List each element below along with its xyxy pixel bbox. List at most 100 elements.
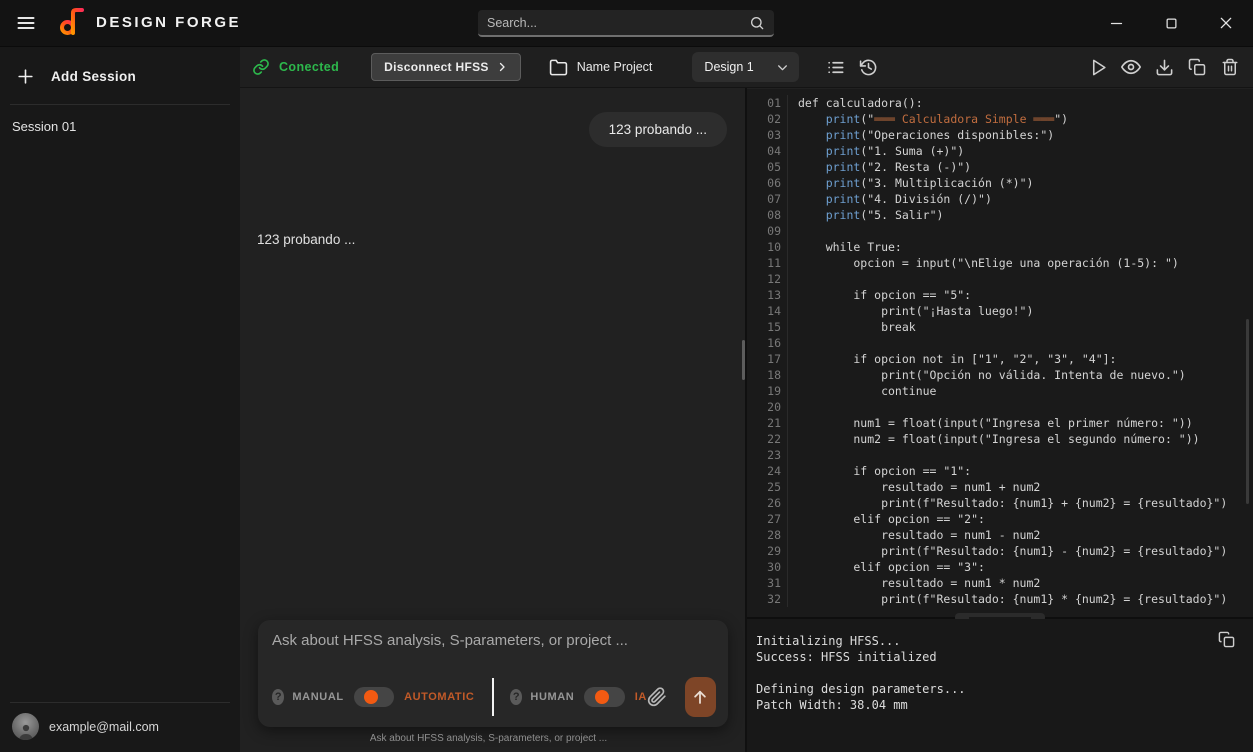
ia-label: IA — [635, 691, 647, 703]
automatic-label: AUTOMATIC — [404, 691, 474, 703]
editor-scrollbar[interactable] — [1246, 319, 1249, 504]
user-message-bubble: 123 probando ... — [589, 112, 727, 147]
list-view-icon[interactable] — [825, 57, 845, 77]
code-line: 11 opcion = input("\nElige una operación… — [755, 255, 1253, 271]
code-line: 04 print("1. Suma (+)") — [755, 143, 1253, 159]
human-ia-toggle[interactable] — [584, 687, 624, 707]
logo-icon — [58, 7, 86, 37]
toggle-knob — [595, 690, 609, 704]
window-controls — [1101, 8, 1241, 38]
console-line — [756, 665, 1253, 681]
sidebar: Add Session Session 01 example@mail.com — [0, 47, 240, 752]
console-output: Initializing HFSS...Success: HFSS initia… — [756, 633, 1253, 713]
code-line: 02 print("═══ Calculadora Simple ═══") — [755, 111, 1253, 127]
code-line: 28 resultado = num1 - num2 — [755, 527, 1253, 543]
project-name-control[interactable]: Name Project — [549, 58, 653, 77]
design-selector[interactable]: Design 1 — [692, 52, 799, 82]
search-bar[interactable] — [478, 10, 774, 37]
console-copy-icon[interactable] — [1218, 631, 1235, 648]
chevron-down-icon — [776, 61, 789, 74]
user-account[interactable]: example@mail.com — [0, 703, 240, 752]
delete-icon[interactable] — [1220, 57, 1240, 77]
assistant-message: 123 probando ... — [257, 232, 355, 247]
code-line: 17 if opcion not in ["1", "2", "3", "4"]… — [755, 351, 1253, 367]
console-line: Initializing HFSS... — [756, 633, 1253, 649]
code-line: 03 print("Operaciones disponibles:") — [755, 127, 1253, 143]
toggle-group-divider — [492, 678, 494, 716]
code-line: 25 resultado = num1 + num2 — [755, 479, 1253, 495]
design-selector-value: Design 1 — [704, 60, 753, 74]
composer-hint: Ask about HFSS analysis, S-parameters, o… — [240, 733, 737, 744]
code-line: 06 print("3. Multiplicación (*)") — [755, 175, 1253, 191]
code-line: 21 num1 = float(input("Ingresa el primer… — [755, 415, 1253, 431]
composer-controls: ? MANUAL AUTOMATIC ? HUMAN IA — [272, 677, 716, 717]
code-line: 15 break — [755, 319, 1253, 335]
manual-help-icon[interactable]: ? — [272, 689, 284, 705]
code-line: 31 resultado = num1 * num2 — [755, 575, 1253, 591]
code-line: 19 continue — [755, 383, 1253, 399]
app-logo: DESIGN FORGE — [58, 7, 241, 37]
code-line: 05 print("2. Resta (-)") — [755, 159, 1253, 175]
preview-eye-icon[interactable] — [1121, 57, 1141, 77]
history-icon[interactable] — [858, 57, 878, 77]
code-line: 13 if opcion == "5": — [755, 287, 1253, 303]
add-session-button[interactable]: Add Session — [0, 47, 240, 104]
toggle-knob — [364, 690, 378, 704]
download-icon[interactable] — [1154, 57, 1174, 77]
code-line: 01def calculadora(): — [755, 95, 1253, 111]
code-lines: 01def calculadora():02 print("═══ Calcul… — [755, 95, 1253, 607]
link-icon — [252, 58, 270, 76]
console-line: Patch Width: 38.04 mm — [756, 697, 1253, 713]
code-line: 18 print("Opción no válida. Intenta de n… — [755, 367, 1253, 383]
code-line: 14 print("¡Hasta luego!") — [755, 303, 1253, 319]
code-line: 10 while True: — [755, 239, 1253, 255]
maximize-button[interactable] — [1156, 8, 1186, 38]
hamburger-menu-icon[interactable] — [13, 10, 39, 36]
chevron-right-icon — [496, 61, 508, 73]
connection-status-label: Conected — [279, 60, 339, 74]
session-list: Session 01 — [0, 105, 240, 136]
code-line: 29 print(f"Resultado: {num1} - {num2} = … — [755, 543, 1253, 559]
code-line: 20 — [755, 399, 1253, 415]
minimize-button[interactable] — [1101, 8, 1131, 38]
project-name-label: Name Project — [577, 60, 653, 74]
code-line: 24 if opcion == "1": — [755, 463, 1253, 479]
human-help-icon[interactable]: ? — [510, 689, 522, 705]
code-line: 26 print(f"Resultado: {num1} + {num2} = … — [755, 495, 1253, 511]
chat-composer: ? MANUAL AUTOMATIC ? HUMAN IA — [258, 620, 728, 727]
chat-panel: 123 probando ... 123 probando ... ? MANU… — [240, 88, 745, 752]
top-bar: DESIGN FORGE — [0, 0, 1253, 47]
sidebar-item-session[interactable]: Session 01 — [0, 117, 240, 136]
code-line: 12 — [755, 271, 1253, 287]
attachment-paperclip-icon[interactable] — [647, 687, 667, 707]
disconnect-hfss-button[interactable]: Disconnect HFSS — [371, 53, 521, 81]
human-label: HUMAN — [530, 691, 574, 703]
search-input[interactable] — [487, 16, 749, 30]
code-editor[interactable]: 01def calculadora():02 print("═══ Calcul… — [747, 89, 1253, 617]
code-line: 08 print("5. Salir") — [755, 207, 1253, 223]
console-line: Defining design parameters... — [756, 681, 1253, 697]
code-action-controls — [1088, 57, 1240, 77]
app-title: DESIGN FORGE — [96, 14, 241, 31]
copy-code-icon[interactable] — [1187, 57, 1207, 77]
editor-view-controls — [825, 57, 878, 77]
manual-automatic-toggle[interactable] — [354, 687, 394, 707]
search-icon[interactable] — [749, 15, 765, 31]
avatar[interactable] — [12, 713, 39, 740]
code-line: 09 — [755, 223, 1253, 239]
close-button[interactable] — [1211, 8, 1241, 38]
sidebar-footer: example@mail.com — [0, 702, 240, 752]
plus-icon — [16, 67, 35, 86]
console-panel: Initializing HFSS...Success: HFSS initia… — [747, 619, 1253, 752]
add-session-label: Add Session — [51, 69, 136, 84]
code-line: 07 print("4. División (/)") — [755, 191, 1253, 207]
chat-input[interactable] — [272, 632, 714, 672]
main-toolbar: Conected Disconnect HFSS Name Project De… — [240, 47, 1253, 88]
run-icon[interactable] — [1088, 57, 1108, 77]
code-line: 22 num2 = float(input("Ingresa el segund… — [755, 431, 1253, 447]
code-line: 27 elif opcion == "2": — [755, 511, 1253, 527]
code-line: 23 — [755, 447, 1253, 463]
code-line: 30 elif opcion == "3": — [755, 559, 1253, 575]
send-button[interactable] — [685, 677, 716, 717]
console-line: Success: HFSS initialized — [756, 649, 1253, 665]
